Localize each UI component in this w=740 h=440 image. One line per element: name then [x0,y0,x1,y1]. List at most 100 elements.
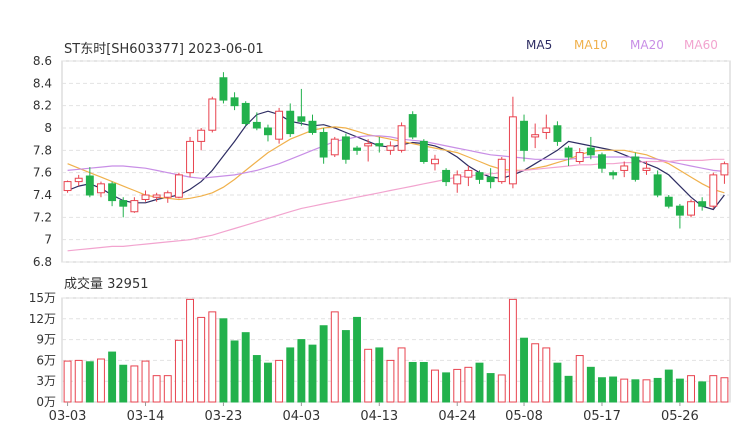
candle [442,168,451,187]
candle [709,172,718,209]
candle-body [609,172,618,176]
volume-bar [642,379,651,403]
x-tick-label: 03-14 [127,409,165,424]
volume-tick-label: 3万 [36,374,56,388]
candle [308,114,317,135]
candle-body [375,143,384,147]
price-tick-label: 8.6 [33,54,52,68]
volume-bar [664,369,673,403]
volume-bar [431,369,439,403]
candle [130,197,139,213]
volume-bar [208,311,217,403]
candle-body [575,152,584,162]
candle-body [408,114,417,138]
candle [620,161,629,178]
candle-body [520,120,528,151]
candle-body [74,177,83,183]
candle [687,199,695,218]
candle-body [542,127,551,133]
volume-bar [508,298,517,403]
candle-body [653,174,662,196]
candle [341,133,350,164]
volume-bar [709,375,718,403]
candle [286,103,295,137]
candle-body [698,201,707,207]
volume-bar [453,368,462,403]
candle [653,170,662,198]
candle-body [152,194,161,198]
volume-bar [531,343,540,403]
candle [664,195,673,209]
candle-body [297,116,306,122]
legend-ma20[interactable]: MA20 [630,38,664,52]
volume-bar [609,376,618,403]
legend-ma60-label: MA60 [684,38,718,52]
legend-ma10[interactable]: MA10 [574,38,608,52]
candle-body [119,200,128,207]
candle [241,101,250,126]
volume-bar [286,347,295,403]
candle-body [319,131,328,158]
volume-bar [419,361,428,403]
candle-body [631,156,640,180]
volume-bar [631,379,640,403]
volume-bar [141,360,150,403]
price-frame [61,60,731,263]
x-tick-label: 03-23 [205,409,243,424]
candle-body [453,174,462,185]
x-tick-label: 04-24 [438,409,476,424]
volume-bar [308,344,317,403]
price-tick-label: 8.2 [33,99,52,113]
candle-body [353,147,361,151]
candle [353,145,361,155]
candle-body [642,167,651,171]
candle [197,128,206,151]
candle-body [675,205,684,216]
candle-body [364,143,373,147]
volume-bar [486,373,495,403]
candle [698,197,707,211]
volume-tick-label: 12万 [29,312,56,326]
volume-bar [85,361,94,403]
candle-body [241,102,250,125]
candle-body [664,196,673,207]
volume-bar [364,348,373,403]
candle [108,181,117,207]
volume-bar [397,347,406,403]
candle [63,180,72,193]
candle-body [497,158,506,183]
candle-body [687,201,695,216]
candle-body [197,129,206,142]
ma20-line [67,135,725,179]
candle-body [286,110,295,135]
price-y-axis: 8.6 8.4 8.2 8 7.8 7.6 7.4 7.2 7 6.8 [33,54,52,269]
candle-body [341,136,350,160]
legend-ma60[interactable]: MA60 [684,38,718,52]
candle [74,174,83,187]
candle [275,107,284,144]
candle [586,136,595,160]
candle-body [720,163,729,176]
candle [375,136,384,153]
volume-tick-label: 15万 [29,291,56,305]
price-grid [61,60,731,263]
candle-body [419,140,428,162]
price-tick-label: 7.2 [33,210,52,224]
candle [174,172,183,199]
candle-body [598,154,606,169]
candle [230,92,239,111]
volume-bar [241,332,250,403]
price-tick-label: 7.4 [33,188,52,202]
volume-bar [386,359,395,403]
candle-body [186,140,194,174]
volume-bar [720,377,729,403]
volume-bar [687,375,695,403]
candle [386,141,395,155]
volume-bar [174,339,183,403]
legend-ma5[interactable]: MA5 [526,38,552,52]
volume-frame [61,297,731,403]
candle [631,152,640,182]
candle-body [163,192,172,198]
candle [486,168,495,189]
volume-bar [230,340,239,403]
